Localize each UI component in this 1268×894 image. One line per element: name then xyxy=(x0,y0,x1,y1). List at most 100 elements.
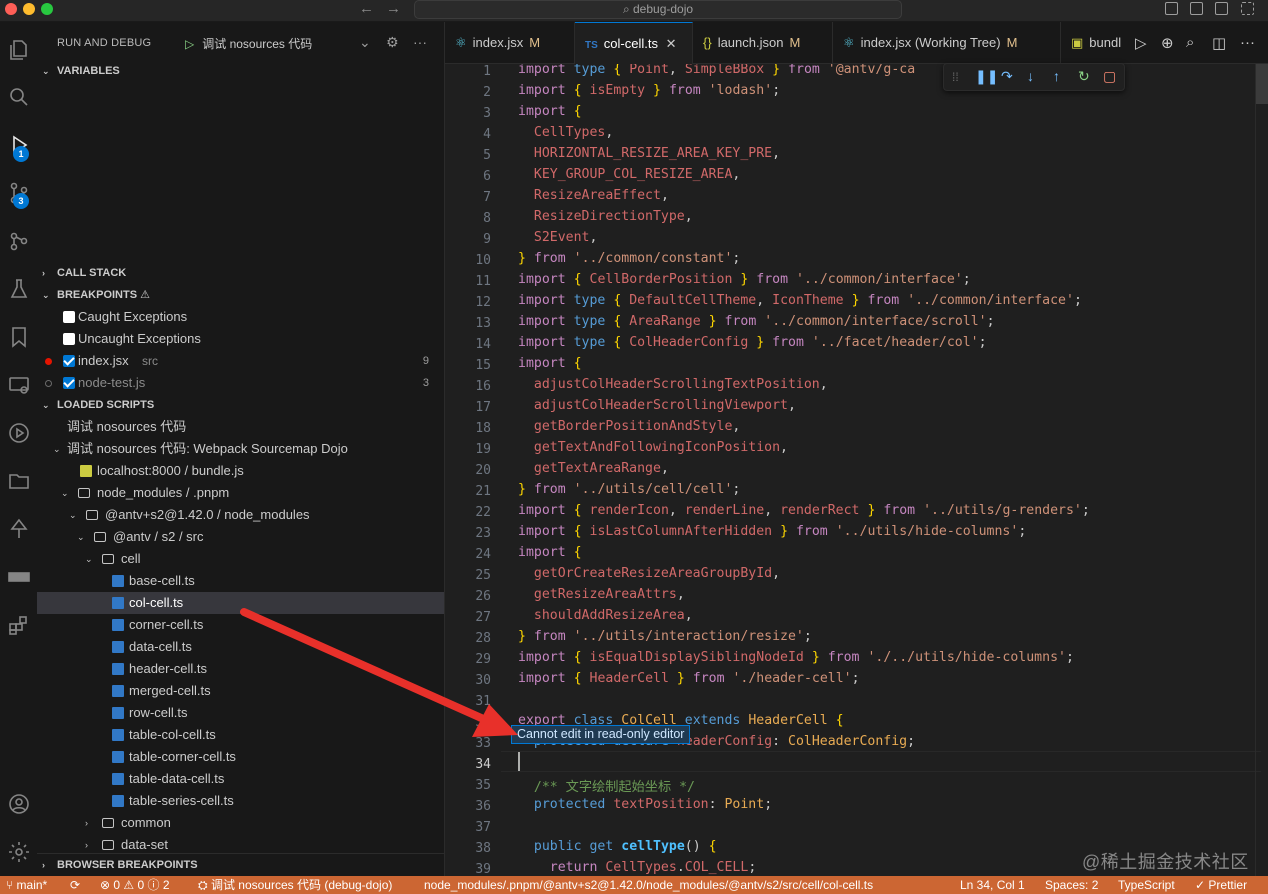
tree-item[interactable]: ⌄ 调试 nosources 代码: Webpack Sourcemap Dojo xyxy=(37,438,444,460)
git-graph-icon[interactable] xyxy=(0,221,37,261)
checkbox[interactable] xyxy=(63,377,75,389)
section-breakpoints[interactable]: ⌄ BREAKPOINTS ⚠ xyxy=(37,284,444,306)
settings-gear-icon[interactable] xyxy=(0,832,37,872)
close-icon[interactable]: ✕ xyxy=(666,36,677,51)
tree-item-file-selected[interactable]: col-cell.ts xyxy=(37,592,444,614)
folders-icon[interactable] xyxy=(0,461,37,501)
tree-item-file[interactable]: header-cell.ts xyxy=(37,658,444,680)
new-file-icon[interactable]: ⊕ xyxy=(1161,34,1174,52)
stop-icon[interactable]: ▢ xyxy=(1103,68,1116,85)
chevron-down-icon[interactable]: ⌄ xyxy=(359,34,371,51)
tab-col-cell-ts[interactable]: TS col-cell.ts ✕ xyxy=(575,22,693,64)
tree-item-file[interactable]: data-cell.ts xyxy=(37,636,444,658)
tree-item-file[interactable]: row-cell.ts xyxy=(37,702,444,724)
sync-icon[interactable]: ⟳ xyxy=(70,876,80,894)
run-file-icon[interactable]: ▷ xyxy=(1135,34,1147,52)
checkbox[interactable] xyxy=(63,311,75,323)
breakpoint-row[interactable]: Uncaught Exceptions xyxy=(37,328,444,350)
terminal-icon[interactable] xyxy=(0,557,37,597)
breakpoint-row[interactable]: index.jsx src 9 xyxy=(37,350,444,372)
drag-handle-icon[interactable]: ⁞⁞ xyxy=(952,70,959,84)
tree-item-file[interactable]: base-cell.ts xyxy=(37,570,444,592)
start-debugging-icon[interactable]: ▷ xyxy=(185,37,194,51)
toggle-panel-icon[interactable] xyxy=(1190,2,1203,15)
account-icon[interactable] xyxy=(0,784,37,824)
tree-item-file[interactable]: table-corner-cell.ts xyxy=(37,746,444,768)
tree-item-file[interactable]: table-data-cell.ts xyxy=(37,768,444,790)
tab-bundle[interactable]: ▣ bundl xyxy=(1061,22,1131,64)
text-cursor xyxy=(518,752,520,771)
language-mode[interactable]: TypeScript xyxy=(1118,876,1175,894)
tree-item[interactable]: ⌄ @antv / s2 / src xyxy=(37,526,444,548)
timeline-icon[interactable] xyxy=(0,509,37,549)
tree-item-file[interactable]: table-col-cell.ts xyxy=(37,724,444,746)
line-number: 19 xyxy=(475,442,491,457)
breakpoint-row[interactable]: Caught Exceptions xyxy=(37,306,444,328)
tree-item[interactable]: ⌄ cell xyxy=(37,548,444,570)
back-arrow-icon[interactable]: ← xyxy=(359,0,374,18)
file-path[interactable]: node_modules/.pnpm/@antv+s2@1.42.0/node_… xyxy=(424,876,873,894)
split-editor-icon[interactable]: ◫ xyxy=(1212,34,1226,52)
tab-launch-json[interactable]: {} launch.json M xyxy=(693,22,833,64)
step-into-icon[interactable]: ↓ xyxy=(1027,68,1034,84)
tree-item-file[interactable]: corner-cell.ts xyxy=(37,614,444,636)
breakpoint-row[interactable]: node-test.js 3 xyxy=(37,372,444,394)
launch-config-select[interactable]: ▷ 调试 nosources 代码 xyxy=(185,35,312,52)
section-browser-breakpoints[interactable]: › BROWSER BREAKPOINTS xyxy=(37,853,444,875)
checkbox[interactable] xyxy=(63,333,75,345)
branch-indicator[interactable]: ⑂ main* xyxy=(6,876,47,894)
code-line: S2Event, xyxy=(533,230,598,245)
tree-item-label: header-cell.ts xyxy=(129,661,208,676)
step-over-icon[interactable]: ↷ xyxy=(1001,68,1013,85)
section-call-stack[interactable]: › CALL STACK xyxy=(37,262,444,284)
indentation[interactable]: Spaces: 2 xyxy=(1045,876,1098,894)
extensions-icon[interactable] xyxy=(0,605,37,645)
problems-indicator[interactable]: ⊗ 0 ⚠ 0 ⓘ 2 xyxy=(100,876,170,894)
code-line: protected textPosition: Point; xyxy=(533,797,773,812)
step-out-icon[interactable]: ↑ xyxy=(1053,68,1060,84)
formatter-status[interactable]: ✓ Prettier xyxy=(1195,876,1247,894)
git-branch-icon: ⑂ xyxy=(6,878,14,892)
tab-index-jsx-working-tree[interactable]: ⚛ index.jsx (Working Tree) M xyxy=(833,22,1061,64)
tree-item[interactable]: localhost:8000 / bundle.js xyxy=(37,460,444,482)
tree-item[interactable]: › common xyxy=(37,812,444,834)
line-number: 11 xyxy=(475,274,491,289)
run-icon[interactable] xyxy=(0,413,37,453)
tree-item-label: row-cell.ts xyxy=(129,705,188,720)
bookmarks-icon[interactable] xyxy=(0,317,37,357)
toggle-sidebar-icon[interactable] xyxy=(1165,2,1178,15)
checkbox[interactable] xyxy=(63,355,75,367)
tab-index-jsx[interactable]: ⚛ index.jsx M xyxy=(445,22,575,64)
tree-item[interactable]: 调试 nosources 代码 xyxy=(37,416,444,438)
section-loaded-scripts[interactable]: ⌄ LOADED SCRIPTS xyxy=(37,394,444,416)
search-icon[interactable] xyxy=(0,77,37,117)
section-variables[interactable]: ⌄ VARIABLES xyxy=(37,60,444,82)
cursor-position[interactable]: Ln 34, Col 1 xyxy=(960,876,1025,894)
toggle-secondary-sidebar-icon[interactable] xyxy=(1215,2,1228,15)
breakpoint-dot-icon xyxy=(45,358,52,365)
testing-flask-icon[interactable] xyxy=(0,269,37,309)
tree-item-label: @antv / s2 / src xyxy=(113,529,204,544)
restart-icon[interactable]: ↻ xyxy=(1078,68,1090,85)
more-actions-icon[interactable]: ··· xyxy=(413,34,427,50)
explorer-icon[interactable] xyxy=(0,30,37,70)
search-icon[interactable]: ⌕ xyxy=(1186,34,1194,51)
command-center[interactable]: ⌕ debug-dojo xyxy=(414,0,902,19)
customize-layout-icon[interactable] xyxy=(1241,2,1254,15)
tree-item[interactable]: ⌄ node_modules / .pnpm xyxy=(37,482,444,504)
forward-arrow-icon[interactable]: → xyxy=(386,0,401,18)
pause-icon[interactable]: ❚❚ xyxy=(975,68,998,85)
maximize-window-button[interactable] xyxy=(41,3,53,15)
gear-icon[interactable]: ⚙ xyxy=(386,34,399,51)
tree-item[interactable]: ⌄ @antv+s2@1.42.0 / node_modules xyxy=(37,504,444,526)
more-actions-icon[interactable]: ··· xyxy=(1240,34,1255,51)
remote-explorer-icon[interactable] xyxy=(0,365,37,405)
minimize-window-button[interactable] xyxy=(23,3,35,15)
tree-item-file[interactable]: table-series-cell.ts xyxy=(37,790,444,812)
chevron-down-icon: ⌄ xyxy=(42,290,50,300)
close-window-button[interactable] xyxy=(5,3,17,15)
code-editor[interactable]: 1 2 3 4 5 6 7 8 9 10 11 12 13 14 15 16 1… xyxy=(445,64,1268,876)
editor-scrollbar[interactable] xyxy=(1256,64,1268,104)
tree-item-file[interactable]: merged-cell.ts xyxy=(37,680,444,702)
debug-session-indicator[interactable]: ⛭ 调试 nosources 代码 (debug-dojo) xyxy=(198,876,392,894)
